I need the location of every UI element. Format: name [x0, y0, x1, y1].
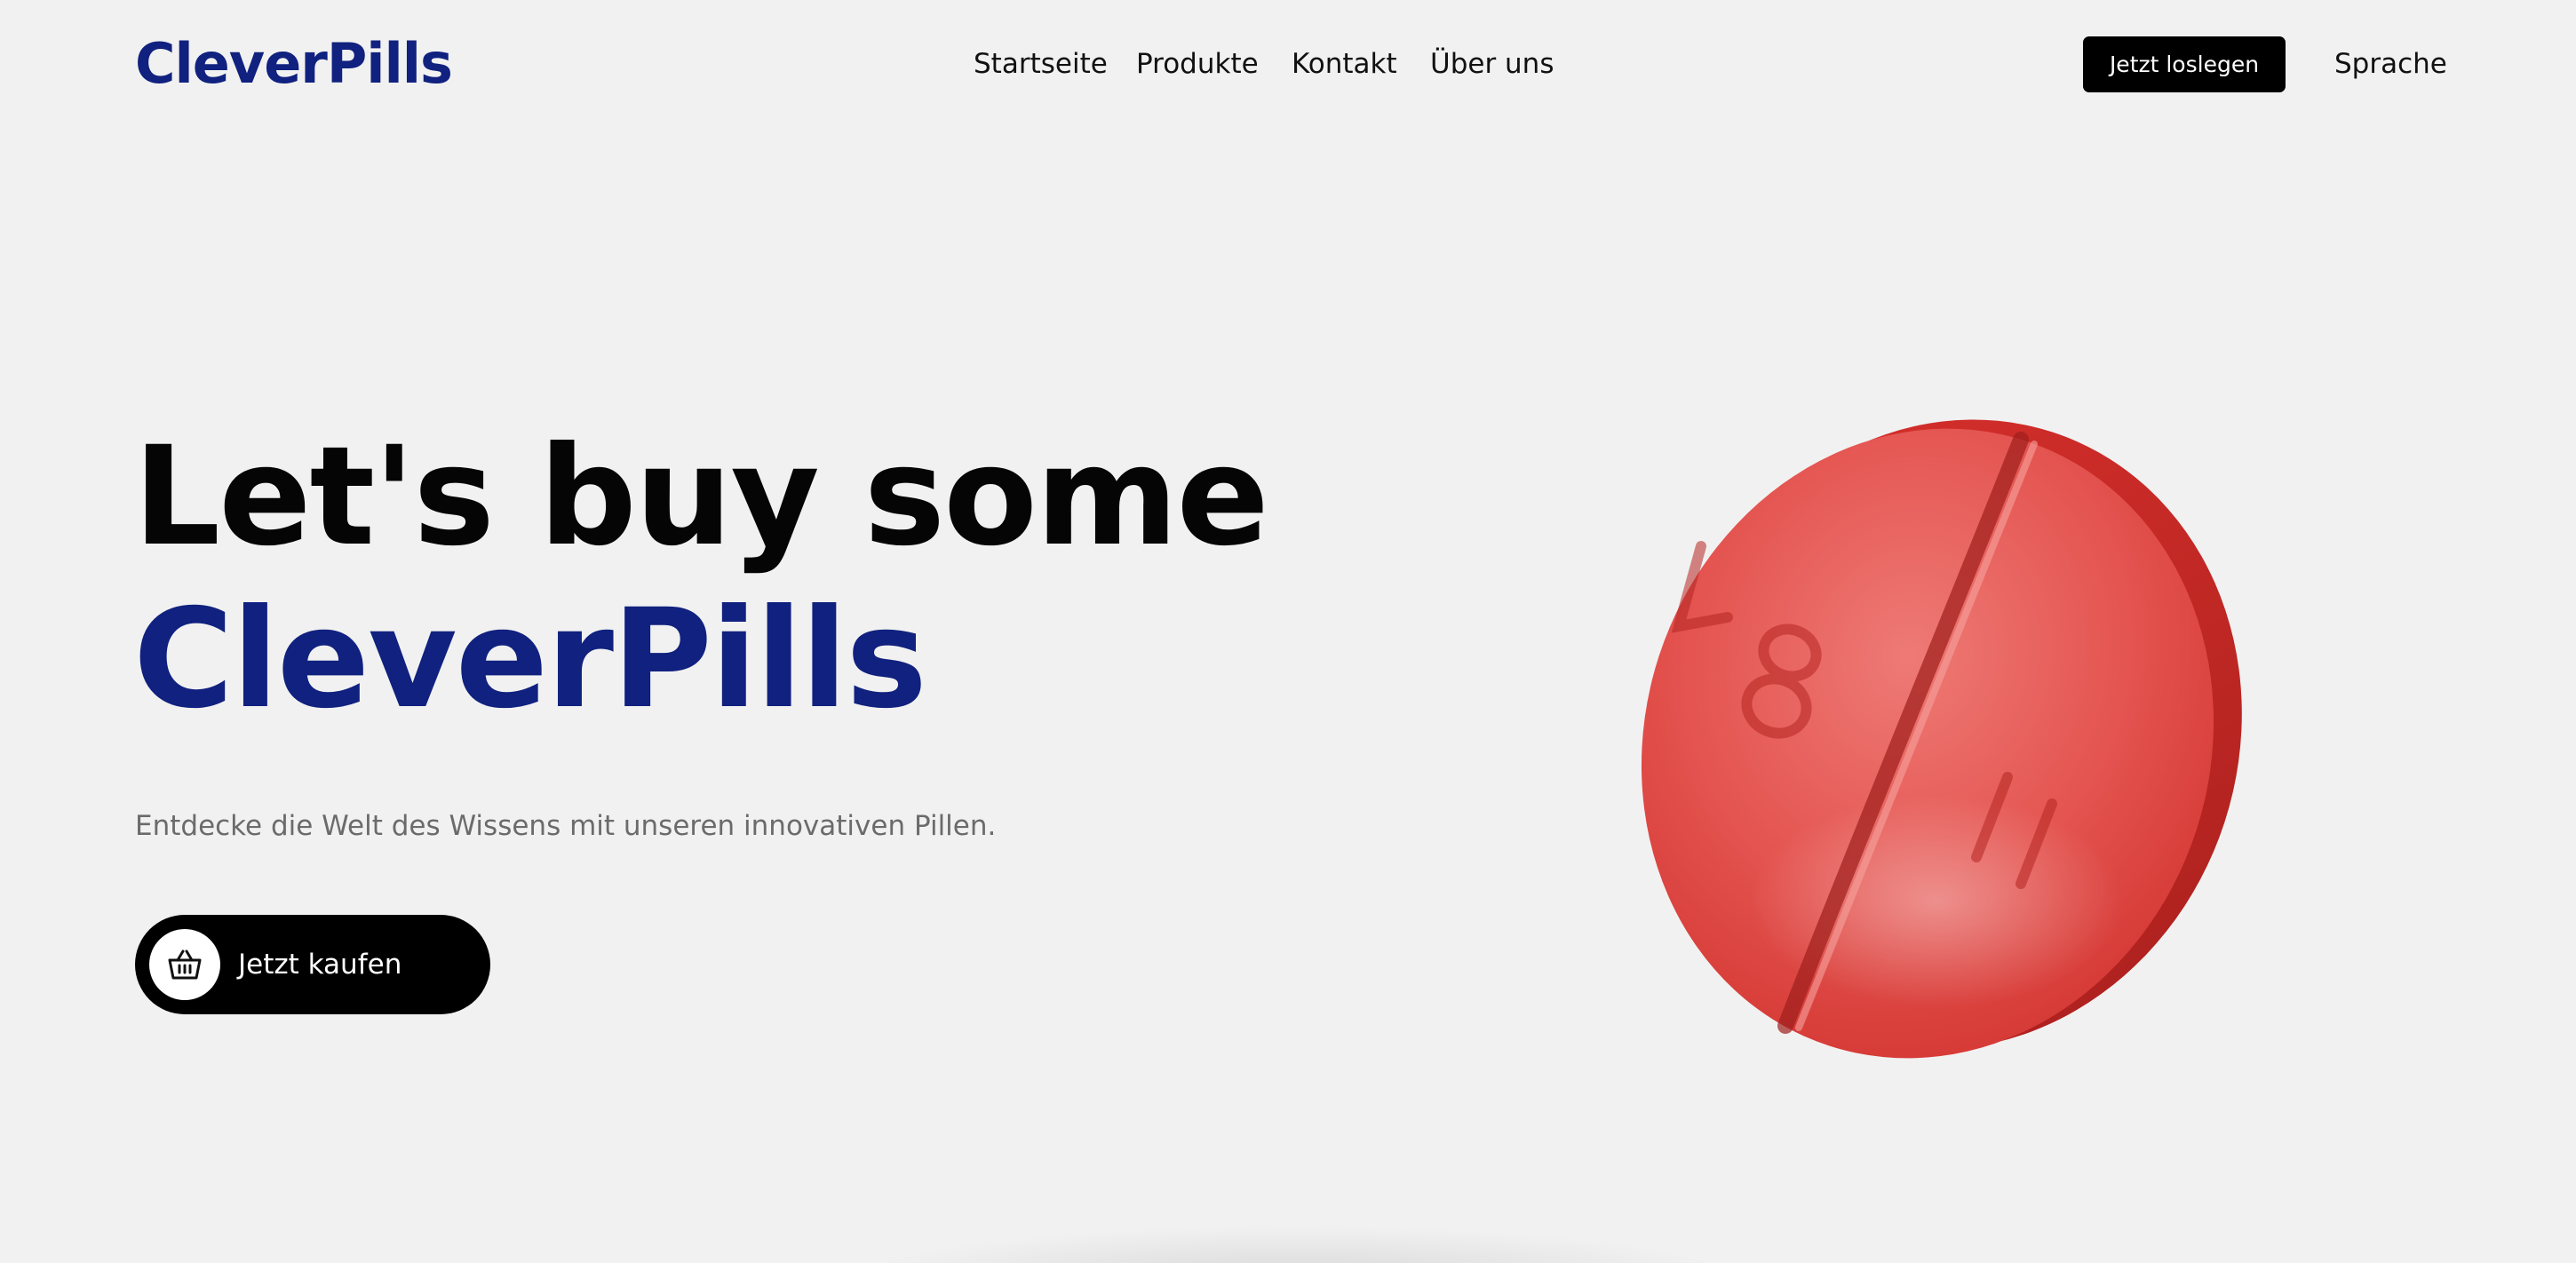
nav-kontakt[interactable]: Kontakt [1292, 43, 1397, 85]
hero-title-brand: CleverPills [133, 580, 927, 739]
get-started-button[interactable]: Jetzt loslegen [2083, 36, 2286, 92]
red-pill-image [1641, 419, 2242, 1059]
shopping-basket-icon [168, 949, 202, 980]
section-shadow [853, 1226, 1741, 1263]
hero-subtitle: Entdecke die Welt des Wissens mit unsere… [135, 810, 997, 842]
nav-produkte[interactable]: Produkte [1136, 43, 1259, 85]
buy-now-button[interactable]: Jetzt kaufen [135, 915, 490, 1014]
hero-title-line1: Let's buy some [133, 417, 1269, 576]
landing-page: CleverPills Startseite Produkte Kontakt … [0, 0, 2576, 1263]
language-selector[interactable]: Sprache [2334, 43, 2447, 85]
nav-startseite[interactable]: Startseite [974, 43, 1108, 85]
nav-ueber-uns[interactable]: Über uns [1430, 43, 1554, 85]
buy-icon-badge [149, 929, 220, 1000]
buy-now-label: Jetzt kaufen [238, 949, 402, 981]
